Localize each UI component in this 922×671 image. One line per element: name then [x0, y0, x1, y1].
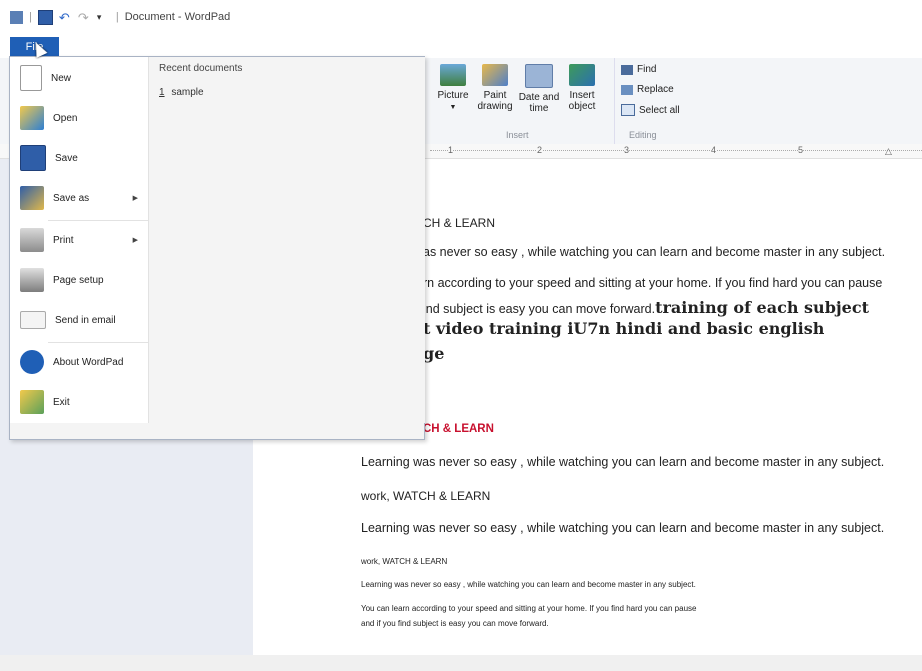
ruler-mark: 1 [448, 145, 454, 155]
doc-heading: CH & LEARN [423, 216, 496, 230]
save-as-icon [20, 186, 44, 210]
exit-icon [20, 390, 44, 414]
status-bar [0, 655, 922, 671]
insert-object-button[interactable]: Insert object [562, 64, 602, 112]
ruler-mark: 3 [624, 145, 630, 155]
replace-button[interactable]: Replace [621, 84, 674, 95]
binoculars-icon [621, 64, 633, 75]
date-time-button[interactable]: Date and time [516, 64, 562, 114]
doc-bold-line: t video training iU7n hindi and basic en… [423, 319, 825, 338]
file-menu-commands: New Open Save Save as ▶ Print ▶ Page set… [10, 57, 148, 439]
submenu-arrow-icon: ▶ [132, 195, 138, 202]
editing-group-label: Editing [629, 130, 657, 140]
menu-item-about[interactable]: About WordPad [10, 342, 148, 382]
menu-item-page-setup[interactable]: Page setup [10, 260, 148, 300]
insert-group-label: Insert [506, 130, 529, 140]
select-all-button[interactable]: Select all [621, 104, 680, 116]
menu-item-open[interactable]: Open [10, 98, 148, 138]
doc-paragraph: rn according to your speed and sitting a… [423, 276, 883, 290]
menu-item-send-email[interactable]: Send in email [10, 300, 148, 340]
right-indent-marker-icon[interactable]: △ [885, 146, 892, 157]
doc-small-paragraph: and if you find subject is easy you can … [361, 619, 549, 628]
menu-item-print[interactable]: Print ▶ [10, 220, 148, 260]
calendar-icon [525, 64, 553, 88]
picture-button[interactable]: Picture ▼ [430, 64, 476, 113]
redo-icon[interactable]: ↷ [78, 11, 91, 24]
menu-item-save-as[interactable]: Save as ▶ [10, 178, 148, 218]
doc-bold-line: ge [423, 344, 445, 363]
email-icon [20, 311, 46, 329]
floppy-disk-icon [20, 145, 46, 171]
title-bar: | ↶ ↷ ▾ | Document - WordPad [0, 0, 922, 34]
ruler-ticks [430, 150, 922, 151]
doc-paragraph: as never so easy , while watching you ca… [423, 245, 886, 259]
ruler-mark: 2 [537, 145, 543, 155]
doc-paragraph: Learning was never so easy , while watch… [361, 455, 885, 469]
insert-group: Picture ▼ Paint drawing Date and time Ins… [430, 58, 610, 144]
doc-heading: work, WATCH & LEARN [361, 489, 491, 503]
replace-icon [621, 84, 633, 95]
recent-document-item[interactable]: 1 sample [159, 87, 204, 98]
undo-icon[interactable]: ↶ [59, 11, 72, 24]
find-button[interactable]: Find [621, 64, 656, 75]
paint-drawing-icon [482, 64, 508, 86]
qat-separator: | [115, 11, 119, 23]
menu-item-new[interactable]: New [10, 58, 148, 98]
customize-qat-chevron-down-icon[interactable]: ▾ [97, 11, 110, 24]
select-all-icon [621, 104, 635, 116]
file-menu: New Open Save Save as ▶ Print ▶ Page set… [9, 56, 425, 440]
menu-item-exit[interactable]: Exit [10, 382, 148, 422]
doc-paragraph: Learning was never so easy , while watch… [361, 521, 885, 535]
doc-small-heading: work, WATCH & LEARN [361, 557, 448, 566]
save-icon[interactable] [37, 9, 53, 25]
new-document-icon [20, 65, 42, 91]
editing-group: Find Replace Select all Editing [614, 58, 685, 144]
doc-small-paragraph: Learning was never so easy , while watch… [361, 580, 696, 589]
printer-icon [20, 228, 44, 252]
info-icon [20, 350, 44, 374]
dropdown-arrow-icon: ▼ [449, 104, 457, 111]
insert-object-icon [569, 64, 595, 86]
paint-drawing-button[interactable]: Paint drawing [475, 64, 515, 112]
window-title: Document - WordPad [124, 11, 231, 23]
page-setup-icon [20, 268, 44, 292]
ruler-mark: 5 [798, 145, 804, 155]
open-folder-icon [20, 106, 44, 130]
doc-small-paragraph: You can learn according to your speed an… [361, 604, 697, 613]
file-menu-footer [10, 423, 424, 439]
menu-item-save[interactable]: Save [10, 138, 148, 178]
doc-paragraph: ind subject is easy you can move forward… [423, 298, 869, 317]
qat-separator: | [29, 11, 32, 23]
doc-red-heading: CH & LEARN [423, 423, 494, 435]
ruler-mark: 4 [711, 145, 717, 155]
submenu-arrow-icon: ▶ [132, 237, 138, 244]
quick-access-toolbar: | ↶ ↷ ▾ | [10, 9, 119, 25]
picture-icon [440, 64, 466, 86]
wordpad-app-icon[interactable] [10, 10, 23, 24]
recent-documents-panel: Recent documents 1 sample [148, 57, 425, 423]
recent-documents-title: Recent documents [159, 63, 243, 74]
